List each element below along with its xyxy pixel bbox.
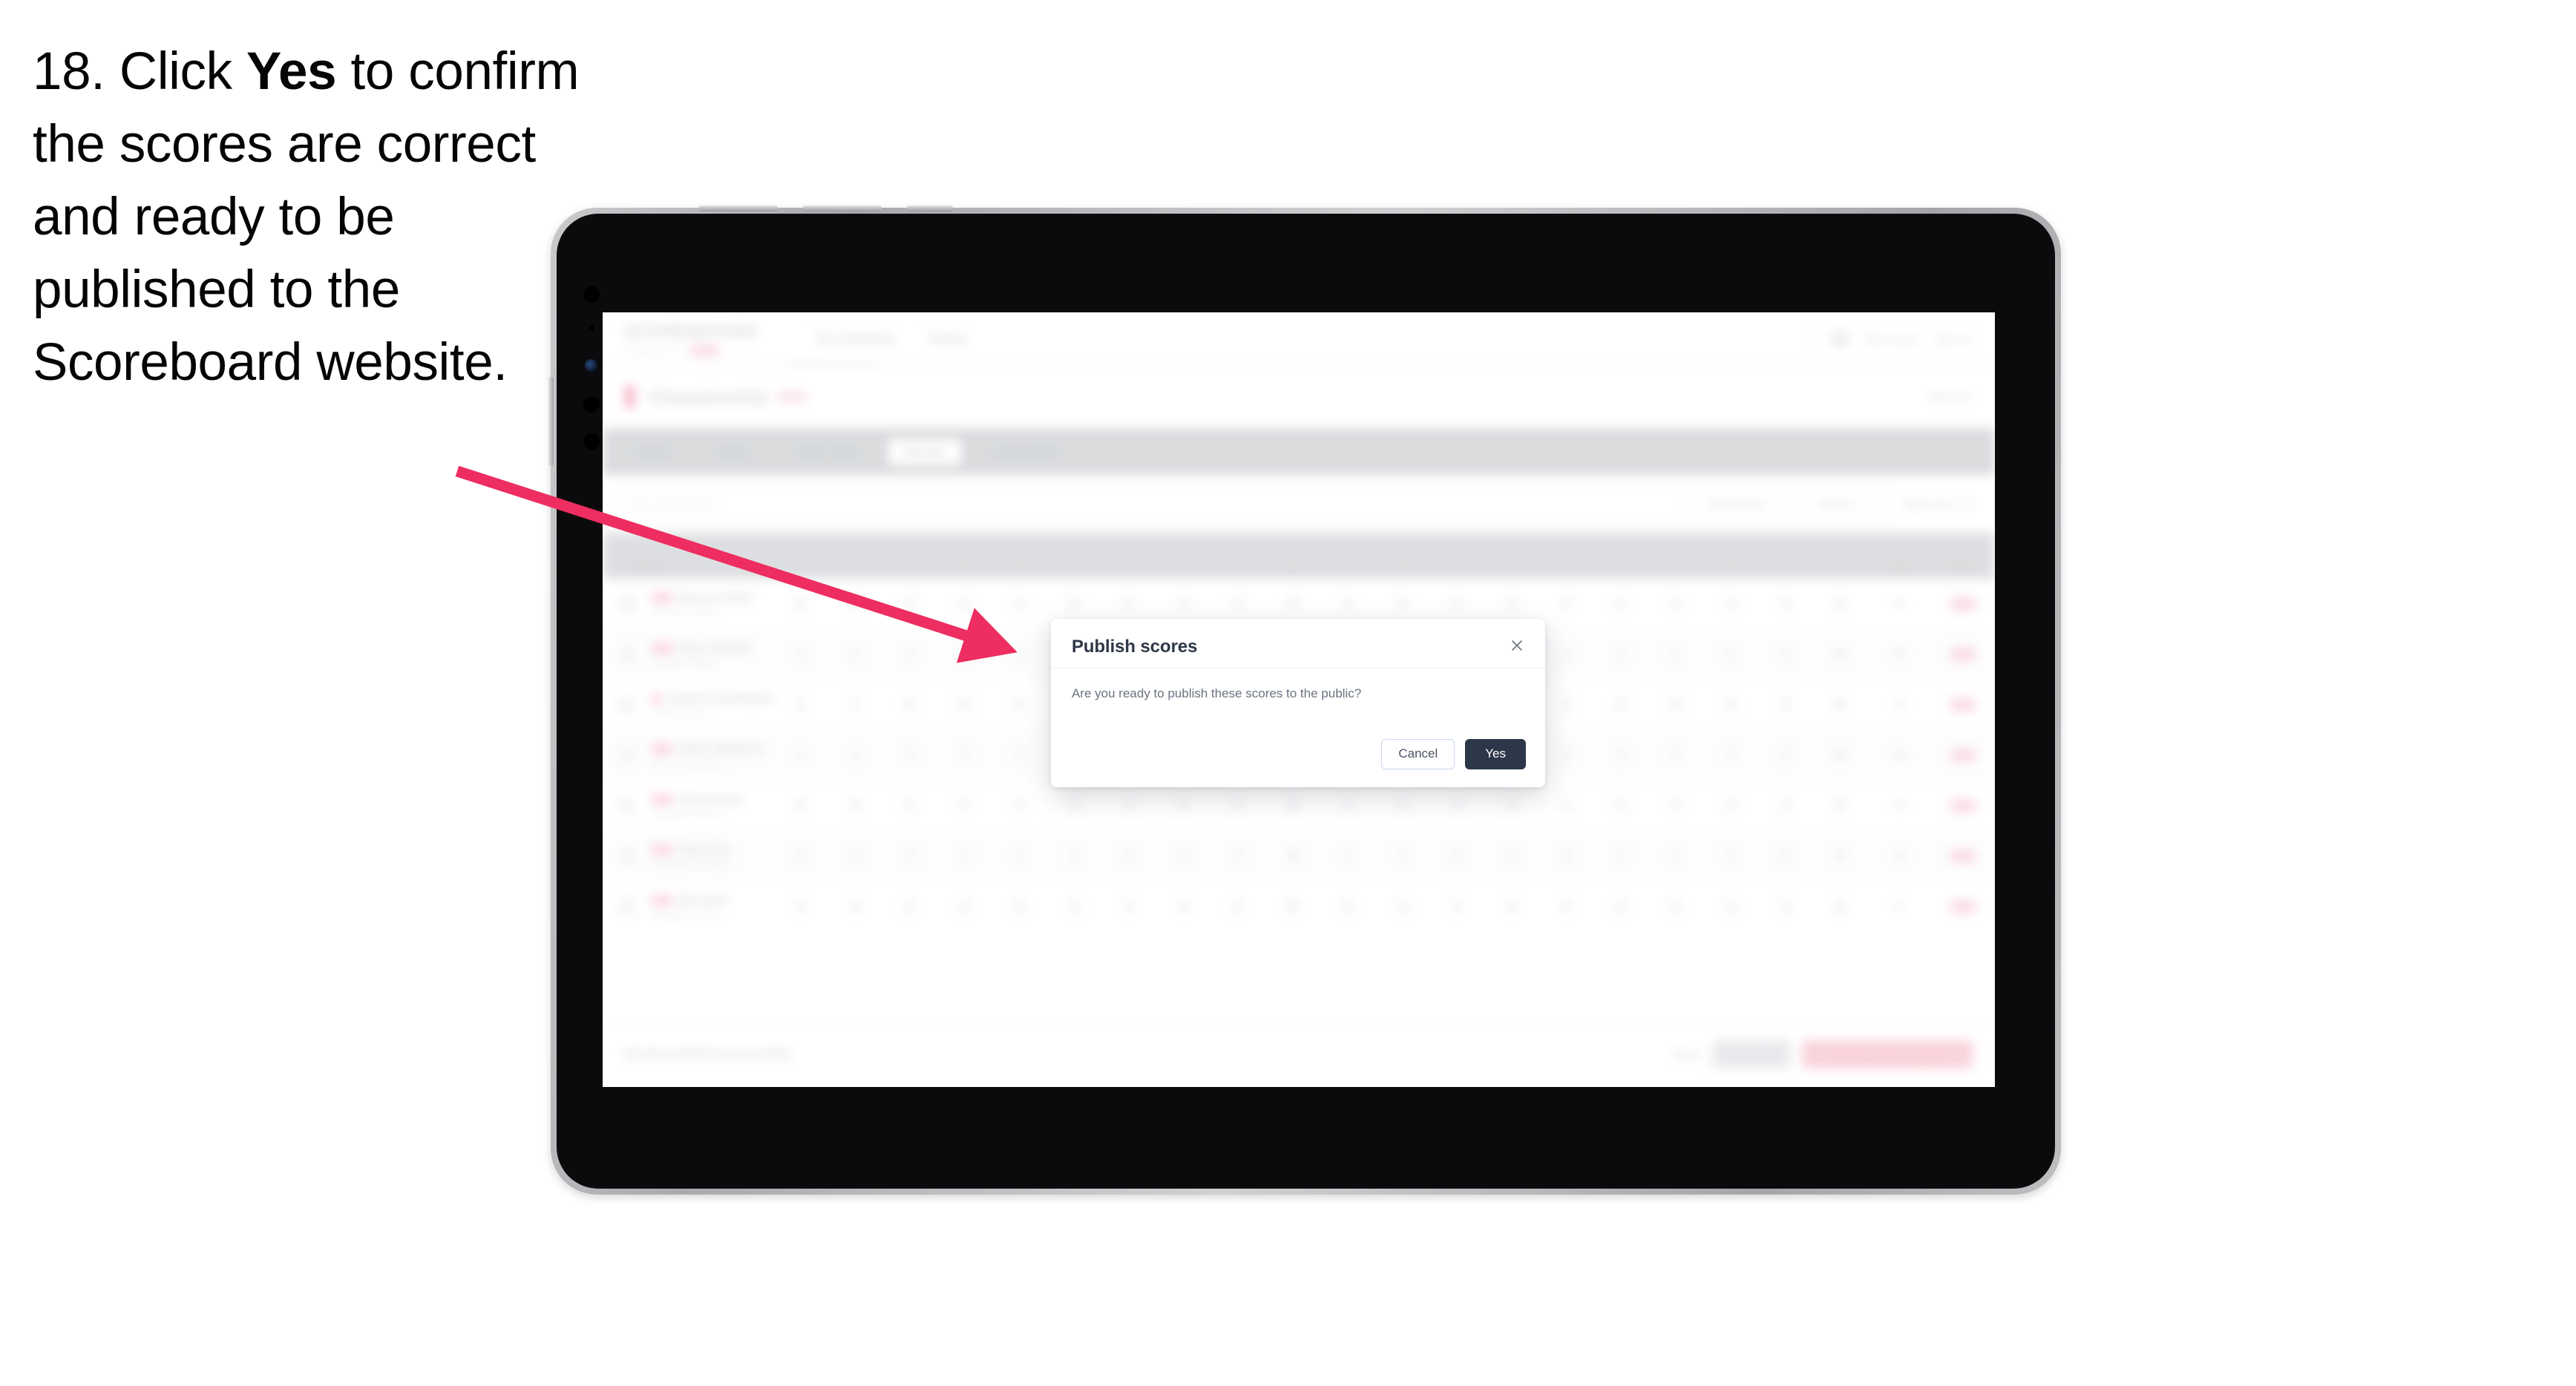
dialog-actions: Cancel Yes	[1051, 739, 1545, 787]
sensor-dot-icon	[589, 325, 594, 331]
tablet-top-button-2[interactable]	[803, 206, 882, 211]
instruction-emphasis: Yes	[246, 42, 337, 101]
tablet-top-button-1[interactable]	[699, 206, 778, 211]
camera-icon	[585, 359, 597, 372]
tablet-side-button[interactable]	[548, 377, 554, 466]
dialog-message: Are you ready to publish these scores to…	[1072, 686, 1362, 700]
instruction-text: 18. Click Yes to confirm the scores are …	[33, 36, 597, 399]
tablet-device: SCOREBOARD POWERED BY BETA Tournaments T…	[548, 206, 2061, 1195]
tablet-top-button-3[interactable]	[907, 206, 953, 211]
publish-scores-dialog: Publish scores Are you ready to publish …	[1051, 619, 1545, 787]
step-number: 18.	[33, 42, 105, 101]
speaker-dot-icon-2	[583, 396, 600, 413]
dialog-title: Publish scores	[1072, 637, 1198, 657]
slide-canvas: 18. Click Yes to confirm the scores are …	[0, 0, 2576, 1386]
dialog-header: Publish scores	[1051, 619, 1545, 669]
instruction-prefix: Click	[119, 42, 232, 101]
close-icon[interactable]	[1505, 634, 1529, 657]
speaker-dot-icon	[583, 286, 600, 303]
app-screen: SCOREBOARD POWERED BY BETA Tournaments T…	[603, 312, 1995, 1087]
cancel-button[interactable]: Cancel	[1381, 739, 1455, 769]
speaker-dot-icon-3	[583, 433, 600, 450]
tablet-screen-body: SCOREBOARD POWERED BY BETA Tournaments T…	[557, 214, 2055, 1189]
yes-button[interactable]: Yes	[1465, 739, 1526, 769]
